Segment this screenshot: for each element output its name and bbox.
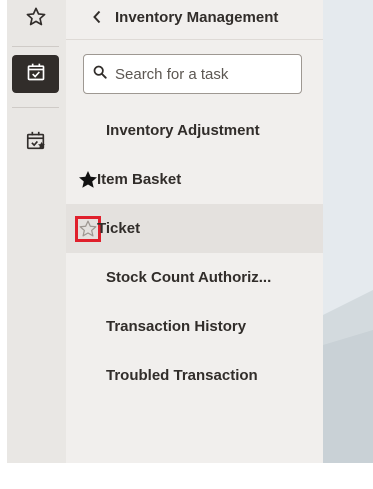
calendar-check-icon — [26, 62, 46, 87]
star-outline-icon — [25, 6, 47, 33]
tasks-rail-button[interactable] — [12, 55, 59, 93]
task-item-item-basket[interactable]: Item Basket — [66, 155, 323, 204]
bottom-margin — [0, 463, 373, 489]
search-placeholder: Search for a task — [115, 65, 229, 83]
favorite-tasks-rail-button[interactable] — [12, 124, 59, 162]
task-label: Stock Count Authoriz... — [106, 269, 272, 286]
task-item-ticket[interactable]: Ticket — [66, 204, 323, 253]
panel-title: Inventory Management — [115, 9, 279, 26]
task-label: Inventory Adjustment — [106, 122, 260, 139]
task-search-input[interactable]: Search for a task — [83, 54, 302, 94]
main-content-area — [323, 0, 373, 463]
task-list: Inventory Adjustment Item Basket Ticket — [66, 106, 323, 400]
favorites-rail-button[interactable] — [12, 0, 59, 38]
task-item-troubled-transaction[interactable]: Troubled Transaction — [66, 351, 323, 400]
nav-rail — [7, 0, 66, 463]
rail-divider — [12, 46, 59, 47]
background-graphic — [323, 0, 373, 463]
task-item-transaction-history[interactable]: Transaction History — [66, 302, 323, 351]
task-label: Item Basket — [97, 171, 182, 188]
calendar-star-icon — [25, 130, 47, 157]
search-icon — [93, 65, 107, 84]
task-label: Troubled Transaction — [106, 367, 258, 384]
panel-header: Inventory Management — [66, 0, 323, 40]
task-label: Transaction History — [106, 318, 247, 335]
task-item-stock-count-authorization[interactable]: Stock Count Authoriz... — [66, 253, 323, 302]
back-button[interactable] — [87, 8, 107, 30]
task-item-inventory-adjustment[interactable]: Inventory Adjustment — [66, 106, 323, 155]
task-label: Ticket — [97, 220, 141, 237]
rail-divider — [12, 107, 59, 108]
chevron-left-icon — [92, 10, 102, 29]
app-frame: Inventory Management Search for a task I… — [0, 0, 373, 489]
task-panel: Inventory Management Search for a task I… — [66, 0, 323, 463]
